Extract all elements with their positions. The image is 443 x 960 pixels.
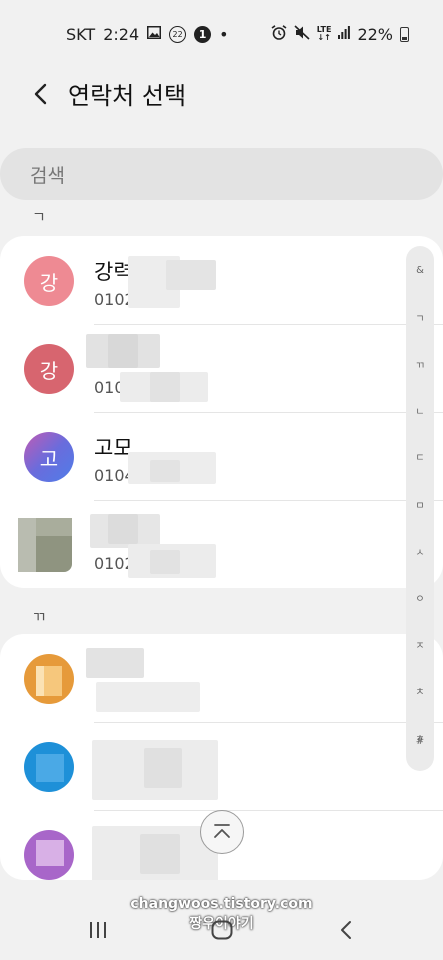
redaction-blur	[86, 648, 144, 678]
avatar	[24, 654, 74, 704]
contact-row[interactable]	[0, 722, 443, 810]
recent-apps-icon	[90, 922, 106, 938]
redaction-blur	[96, 682, 200, 712]
redaction-blur	[140, 834, 180, 874]
alphabet-index-bar[interactable]: & ㄱ ㄲ ㄴ ㄷ ㅁ ㅅ ㅇ ㅈ ㅊ ㅎ	[406, 246, 434, 771]
index-item[interactable]: ㄲ	[406, 357, 434, 372]
index-item[interactable]: ㅁ	[406, 497, 434, 512]
page-title: 연락처 선택	[68, 82, 187, 110]
avatar	[18, 518, 72, 572]
redaction-blur	[144, 748, 182, 788]
signal-icon	[338, 26, 351, 42]
avatar: 강	[24, 256, 74, 306]
index-item[interactable]: ㄴ	[406, 403, 434, 418]
redaction-blur	[166, 260, 216, 290]
avatar	[24, 742, 74, 792]
index-item[interactable]: &	[406, 265, 434, 276]
more-notifications-dot: •	[219, 24, 229, 44]
index-item[interactable]: ㅈ	[406, 637, 434, 652]
search-input[interactable]: 검색	[0, 148, 443, 200]
section-header-giyeok: ㄱ	[32, 208, 46, 226]
avatar: 강	[24, 344, 74, 394]
index-item[interactable]: ㅊ	[406, 683, 434, 698]
contact-row[interactable]: 0102	[0, 500, 443, 588]
index-item[interactable]: ㄷ	[406, 449, 434, 464]
contact-card-giyeok: 강 강력1팀 0102 강 010 고 고모 0104 0102	[0, 236, 443, 588]
back-button[interactable]	[22, 76, 58, 112]
mute-icon	[294, 25, 310, 43]
carrier: SKT	[66, 24, 96, 44]
scroll-to-top-button[interactable]	[200, 810, 244, 854]
section-header-ssanggiyeok: ㄲ	[32, 608, 46, 626]
double-chevron-up-icon	[214, 824, 230, 838]
contact-row[interactable]	[0, 634, 443, 722]
index-item[interactable]: ㅇ	[406, 590, 434, 605]
time: 2:24	[103, 24, 140, 44]
redaction-blur	[150, 460, 180, 482]
lte-indicator: LTE ↓↑	[317, 26, 332, 42]
watermark-url: changwoos.tistory.com	[130, 896, 313, 912]
battery-percent: 22%	[357, 24, 393, 44]
search-placeholder: 검색	[30, 164, 65, 187]
recent-apps-button[interactable]	[76, 912, 120, 948]
contact-name: 고모	[94, 436, 133, 460]
avatar	[24, 830, 74, 880]
home-button[interactable]	[200, 912, 244, 948]
nav-back-icon	[341, 921, 351, 939]
back-arrow-icon	[34, 83, 47, 105]
nav-back-button[interactable]	[324, 912, 368, 948]
contact-row[interactable]: 강 010	[0, 324, 443, 412]
redaction-blur	[150, 372, 180, 402]
index-item-hash[interactable]: #	[406, 736, 434, 747]
redaction-blur	[108, 334, 138, 368]
contact-row[interactable]: 강 강력1팀 0102	[0, 236, 443, 324]
redaction-blur	[150, 550, 180, 574]
notification-badge-1: 1	[194, 25, 212, 43]
contact-row[interactable]: 고 고모 0104	[0, 412, 443, 500]
avatar: 고	[24, 432, 74, 482]
battery-icon	[400, 26, 409, 42]
status-bar: SKT 2:24 22 1 • LTE ↓↑ 22%	[0, 0, 443, 68]
app-header: 연락처 선택	[0, 68, 443, 114]
gallery-icon	[147, 26, 162, 42]
home-icon	[211, 920, 233, 940]
notification-badge-22: 22	[169, 25, 187, 43]
alarm-icon	[271, 25, 287, 43]
index-item[interactable]: ㅅ	[406, 544, 434, 559]
lte-arrows: ↓↑	[317, 33, 331, 42]
index-item[interactable]: ㄱ	[406, 310, 434, 325]
redaction-blur	[108, 514, 138, 544]
